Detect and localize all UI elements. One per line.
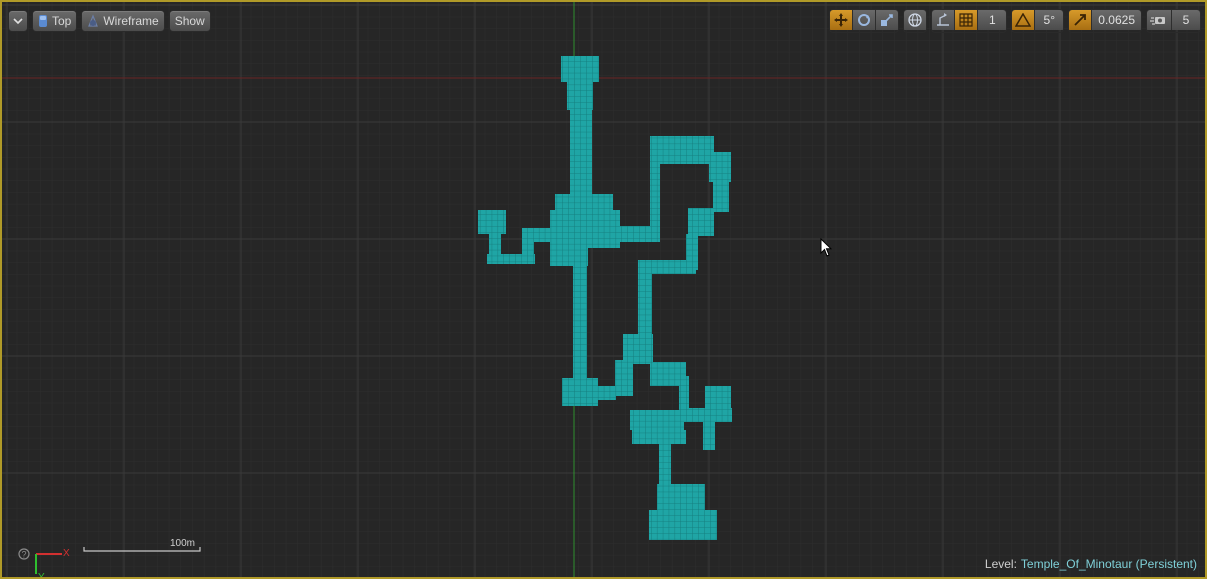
chevron-down-icon [13, 17, 23, 25]
level-status: Level: Temple_Of_Minotaur (Persistent) [985, 557, 1197, 571]
svg-text:?: ? [22, 550, 27, 560]
wireframe-icon [87, 14, 99, 28]
fine-grid [2, 2, 1205, 577]
camera-speed-icon[interactable] [1147, 10, 1172, 30]
surface-snap-icon[interactable] [932, 10, 956, 30]
viewport-canvas[interactable]: X Y [2, 2, 1205, 577]
grid-snap-value[interactable]: 1 [978, 10, 1007, 30]
rotation-snap-icon[interactable] [1012, 10, 1036, 30]
view-type-label: Top [52, 14, 72, 28]
show-button[interactable]: Show [168, 10, 211, 32]
level-viewport[interactable]: X Y Top Wireframe Show [0, 0, 1207, 579]
coordinate-space-group [903, 9, 928, 33]
gizmo-y-label: Y [38, 572, 45, 577]
mouse-cursor-icon [820, 237, 833, 263]
scale-snap-value[interactable]: 0.0625 [1092, 10, 1141, 30]
world-local-icon[interactable] [904, 10, 927, 30]
rotation-snap-group: 5° [1011, 9, 1065, 33]
viewport-options-button[interactable] [8, 10, 28, 32]
transform-mode-group [829, 9, 900, 33]
rotate-icon[interactable] [853, 10, 877, 30]
scale-snap-group: 0.0625 [1068, 9, 1142, 33]
scale-bar-label: 100m [170, 538, 196, 549]
level-name: Temple_Of_Minotaur (Persistent) [1020, 557, 1197, 571]
camera-speed-group: 5 [1146, 9, 1201, 33]
level-label: Level: [984, 557, 1017, 571]
camera-speed-value[interactable]: 5 [1172, 10, 1200, 30]
show-label: Show [174, 14, 205, 28]
view-mode-button[interactable]: Wireframe [81, 10, 165, 32]
help-icon[interactable]: ? [18, 547, 30, 565]
scale-icon[interactable] [876, 10, 899, 30]
grid-snap-group: 1 [931, 9, 1008, 33]
perspective-icon [38, 14, 48, 28]
gizmo-x-label: X [63, 548, 70, 559]
view-mode-label: Wireframe [103, 14, 159, 28]
rotation-snap-value[interactable]: 5° [1035, 10, 1064, 30]
grid-snap-icon[interactable] [955, 10, 979, 30]
scale-snap-icon[interactable] [1069, 10, 1093, 30]
viewport-toolbar-left: Top Wireframe Show [8, 9, 215, 33]
view-type-button[interactable]: Top [32, 10, 78, 32]
viewport-toolbar-right: 1 5° 0.0625 5 [829, 9, 1201, 33]
translate-icon[interactable] [830, 10, 854, 30]
